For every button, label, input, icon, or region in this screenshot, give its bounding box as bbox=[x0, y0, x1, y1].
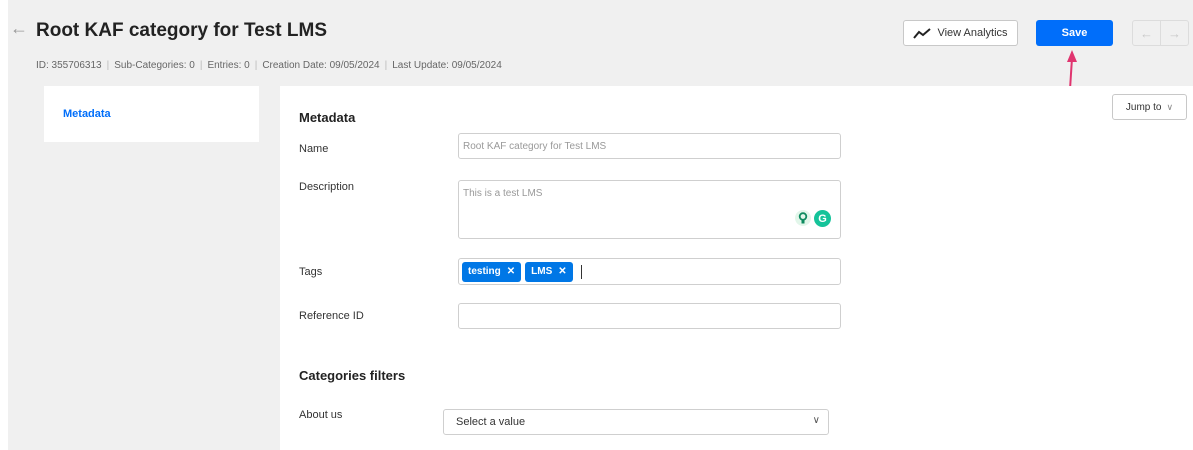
meta-separator: | bbox=[106, 60, 110, 71]
grammarly-widget[interactable]: G bbox=[795, 210, 831, 227]
about-us-selected-value: Select a value bbox=[456, 416, 526, 428]
text-cursor bbox=[580, 264, 582, 279]
description-field[interactable]: This is a test LMS bbox=[458, 180, 841, 239]
remove-tag-icon[interactable]: ✕ bbox=[558, 266, 566, 277]
trend-line-icon bbox=[913, 27, 932, 39]
next-arrow-icon[interactable]: → bbox=[1160, 21, 1188, 45]
about-us-label: About us bbox=[299, 409, 343, 421]
jump-to-label: Jump to bbox=[1125, 101, 1162, 113]
save-button[interactable]: Save bbox=[1036, 20, 1113, 46]
sidebar-item-metadata[interactable]: Metadata bbox=[63, 108, 111, 120]
chevron-down-icon: ∨ bbox=[812, 415, 820, 426]
meta-separator: | bbox=[199, 60, 203, 71]
reference-id-label: Reference ID bbox=[299, 310, 364, 322]
sidebar: Metadata bbox=[44, 86, 259, 142]
meta-sub-categories: Sub-Categories: 0 bbox=[114, 60, 195, 71]
section-title-metadata: Metadata bbox=[299, 110, 356, 125]
name-label: Name bbox=[299, 143, 329, 155]
jump-to-dropdown[interactable]: Jump to ∨ bbox=[1112, 94, 1187, 120]
tag-label: LMS bbox=[531, 266, 553, 277]
chevron-down-icon: ∨ bbox=[1166, 101, 1174, 112]
reference-id-field[interactable] bbox=[458, 303, 841, 329]
meta-separator: | bbox=[384, 60, 388, 71]
meta-creation-date: Creation Date: 09/05/2024 bbox=[262, 60, 380, 71]
meta-last-update: Last Update: 09/05/2024 bbox=[392, 60, 502, 71]
previous-arrow-icon[interactable]: ← bbox=[1133, 21, 1160, 45]
meta-id: ID: 355706313 bbox=[36, 60, 102, 71]
about-us-select[interactable]: Select a value ∨ bbox=[443, 409, 829, 435]
tags-field[interactable]: testing ✕ LMS ✕ bbox=[458, 258, 841, 285]
entry-navigation: ← → bbox=[1132, 20, 1189, 46]
grammarly-icon[interactable]: G bbox=[814, 210, 831, 227]
tag-chip[interactable]: LMS ✕ bbox=[525, 261, 573, 282]
meta-info: ID: 355706313 | Sub-Categories: 0 | Entr… bbox=[36, 60, 502, 71]
page-title: Root KAF category for Test LMS bbox=[36, 20, 327, 41]
meta-entries: Entries: 0 bbox=[207, 60, 250, 71]
view-analytics-button[interactable]: View Analytics bbox=[903, 20, 1018, 46]
tags-label: Tags bbox=[299, 266, 323, 278]
tag-label: testing bbox=[468, 266, 501, 277]
tag-chip[interactable]: testing ✕ bbox=[462, 261, 522, 282]
name-field[interactable]: Root KAF category for Test LMS bbox=[458, 133, 841, 159]
back-arrow-icon[interactable]: ← bbox=[10, 19, 28, 37]
lightbulb-icon[interactable] bbox=[795, 210, 811, 226]
view-analytics-label: View Analytics bbox=[937, 27, 1008, 39]
description-label: Description bbox=[299, 181, 355, 193]
section-title-categories-filters: Categories filters bbox=[299, 368, 406, 383]
meta-separator: | bbox=[254, 60, 258, 71]
remove-tag-icon[interactable]: ✕ bbox=[507, 266, 515, 277]
